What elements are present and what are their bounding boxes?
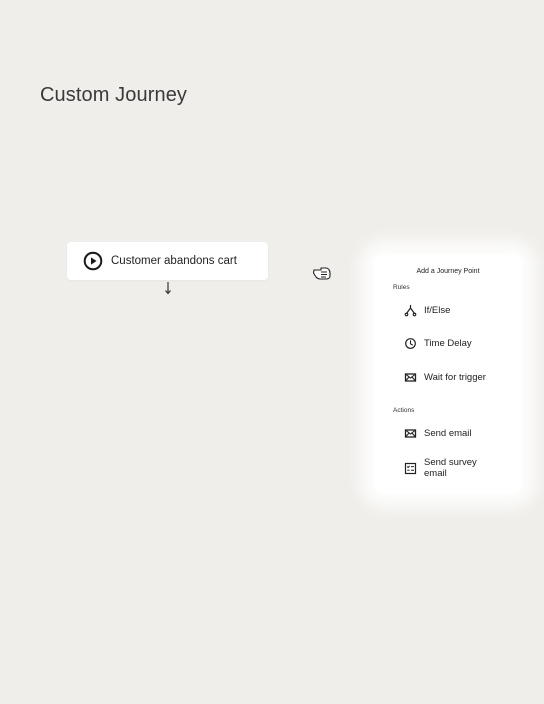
menu-title: Add a Journey Point [416,268,480,275]
hand-cursor-icon [312,264,332,282]
menu-item-send-email[interactable]: Send email [404,427,472,440]
connector-arrow-icon [162,281,174,295]
section-label-actions: Actions [393,407,415,414]
clock-icon [404,337,417,350]
menu-item-wait-for-trigger[interactable]: Wait for trigger [404,371,486,384]
trigger-label: Customer abandons cart [111,255,237,267]
envelope-icon [404,427,417,440]
menu-item-label: Send email [424,428,472,439]
survey-icon [404,462,417,475]
add-journey-point-menu: Add a Journey Point Rules If/Else Time D… [374,254,522,494]
section-label-rules: Rules [393,284,410,291]
menu-item-label: If/Else [424,305,451,316]
menu-item-if-else[interactable]: If/Else [404,304,450,317]
page-title: Custom Journey [40,84,188,106]
menu-item-send-survey-email[interactable]: Send survey email [404,457,488,479]
menu-item-time-delay[interactable]: Time Delay [404,337,472,350]
trigger-card[interactable]: Customer abandons cart [67,242,268,280]
menu-item-label: Time Delay [424,338,472,349]
menu-item-label: Wait for trigger [424,372,486,383]
branch-icon [404,304,417,317]
envelope-icon [404,371,417,384]
menu-item-label: Send survey email [424,457,477,479]
play-circle-icon [83,251,103,271]
